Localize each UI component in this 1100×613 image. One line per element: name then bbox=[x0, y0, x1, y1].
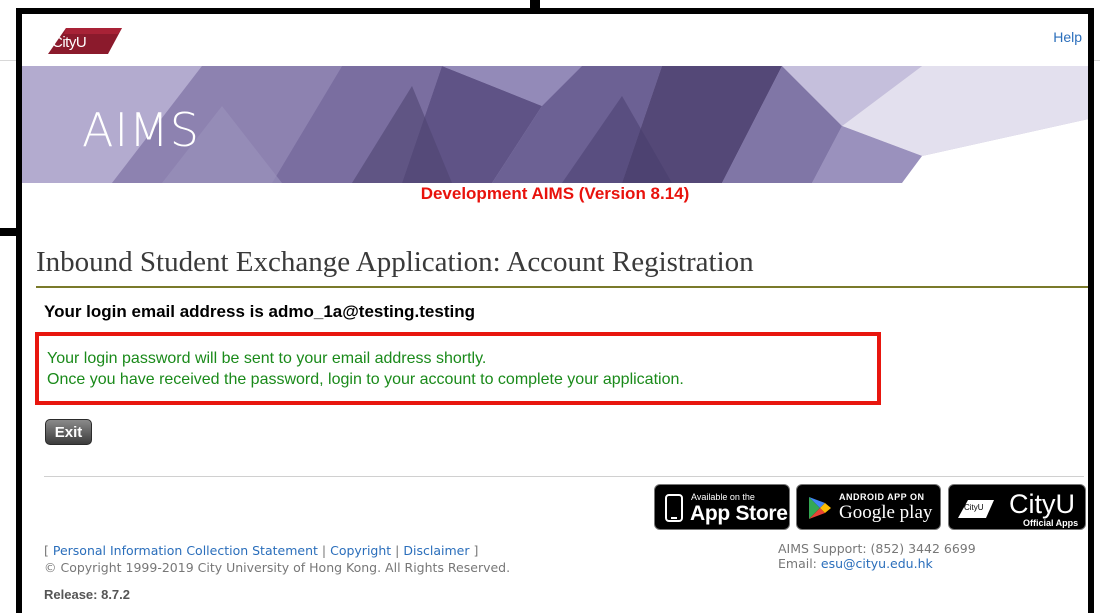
copyright-link[interactable]: Copyright bbox=[330, 543, 391, 558]
disclaimer-link[interactable]: Disclaimer bbox=[403, 543, 469, 558]
app-store-small-text: Available on the bbox=[691, 492, 755, 502]
bracket-open: [ bbox=[44, 543, 49, 558]
notice-line: Your login password will be sent to your… bbox=[47, 350, 487, 367]
password-notice-box: Your login password will be sent to your… bbox=[35, 332, 881, 405]
release-version: Release: 8.7.2 bbox=[44, 587, 131, 602]
link-separator: | bbox=[321, 543, 327, 558]
support-email-link[interactable]: esu@cityu.edu.hk bbox=[821, 556, 933, 571]
cityu-badge-logo-text: CityU bbox=[964, 503, 984, 512]
copyright-text: © Copyright 1999-2019 City University of… bbox=[44, 560, 511, 575]
app-window: CityU Help AIMS Development AIMS (Versio… bbox=[16, 8, 1094, 613]
google-play-label: Google play bbox=[839, 502, 933, 523]
cityu-badge-small-text: Official Apps bbox=[1023, 518, 1079, 528]
email-label: Email: bbox=[778, 556, 817, 571]
support-info: AIMS Support: (852) 3442 6699 Email: esu… bbox=[778, 541, 976, 571]
header-banner: AIMS bbox=[22, 66, 1088, 183]
help-link[interactable]: Help bbox=[1053, 29, 1082, 45]
support-email-line: Email: esu@cityu.edu.hk bbox=[778, 556, 976, 571]
app-store-badge[interactable]: Available on the App Store bbox=[654, 484, 790, 530]
google-play-badge[interactable]: ANDROID APP ON Google play bbox=[796, 484, 941, 530]
notice-line: Once you have received the password, log… bbox=[47, 371, 684, 388]
logo-text: CityU bbox=[52, 34, 87, 51]
footer-links: [ Personal Information Collection Statem… bbox=[44, 543, 478, 558]
page-title: Inbound Student Exchange Application: Ac… bbox=[36, 246, 754, 278]
bracket-close: ] bbox=[473, 543, 479, 558]
phone-icon bbox=[665, 494, 683, 522]
privacy-statement-link[interactable]: Personal Information Collection Statemen… bbox=[53, 543, 318, 558]
link-separator: | bbox=[395, 543, 400, 558]
app-store-label: App Store bbox=[690, 502, 788, 525]
footer-divider bbox=[44, 476, 1084, 477]
login-email-message: Your login email address is admo_1a@test… bbox=[44, 302, 475, 321]
banner-title: AIMS bbox=[82, 103, 200, 157]
cityu-badge-label: CityU bbox=[1009, 489, 1075, 519]
exit-button[interactable]: Exit bbox=[45, 419, 92, 445]
top-bar: CityU Help bbox=[22, 14, 1088, 66]
google-play-icon bbox=[809, 497, 831, 519]
support-phone: AIMS Support: (852) 3442 6699 bbox=[778, 541, 976, 556]
development-notice: Development AIMS (Version 8.14) bbox=[420, 184, 690, 203]
google-play-small-text: ANDROID APP ON bbox=[839, 492, 925, 502]
cityu-official-apps-badge[interactable]: CityU CityU Official Apps bbox=[948, 484, 1086, 530]
title-divider bbox=[36, 286, 1088, 288]
